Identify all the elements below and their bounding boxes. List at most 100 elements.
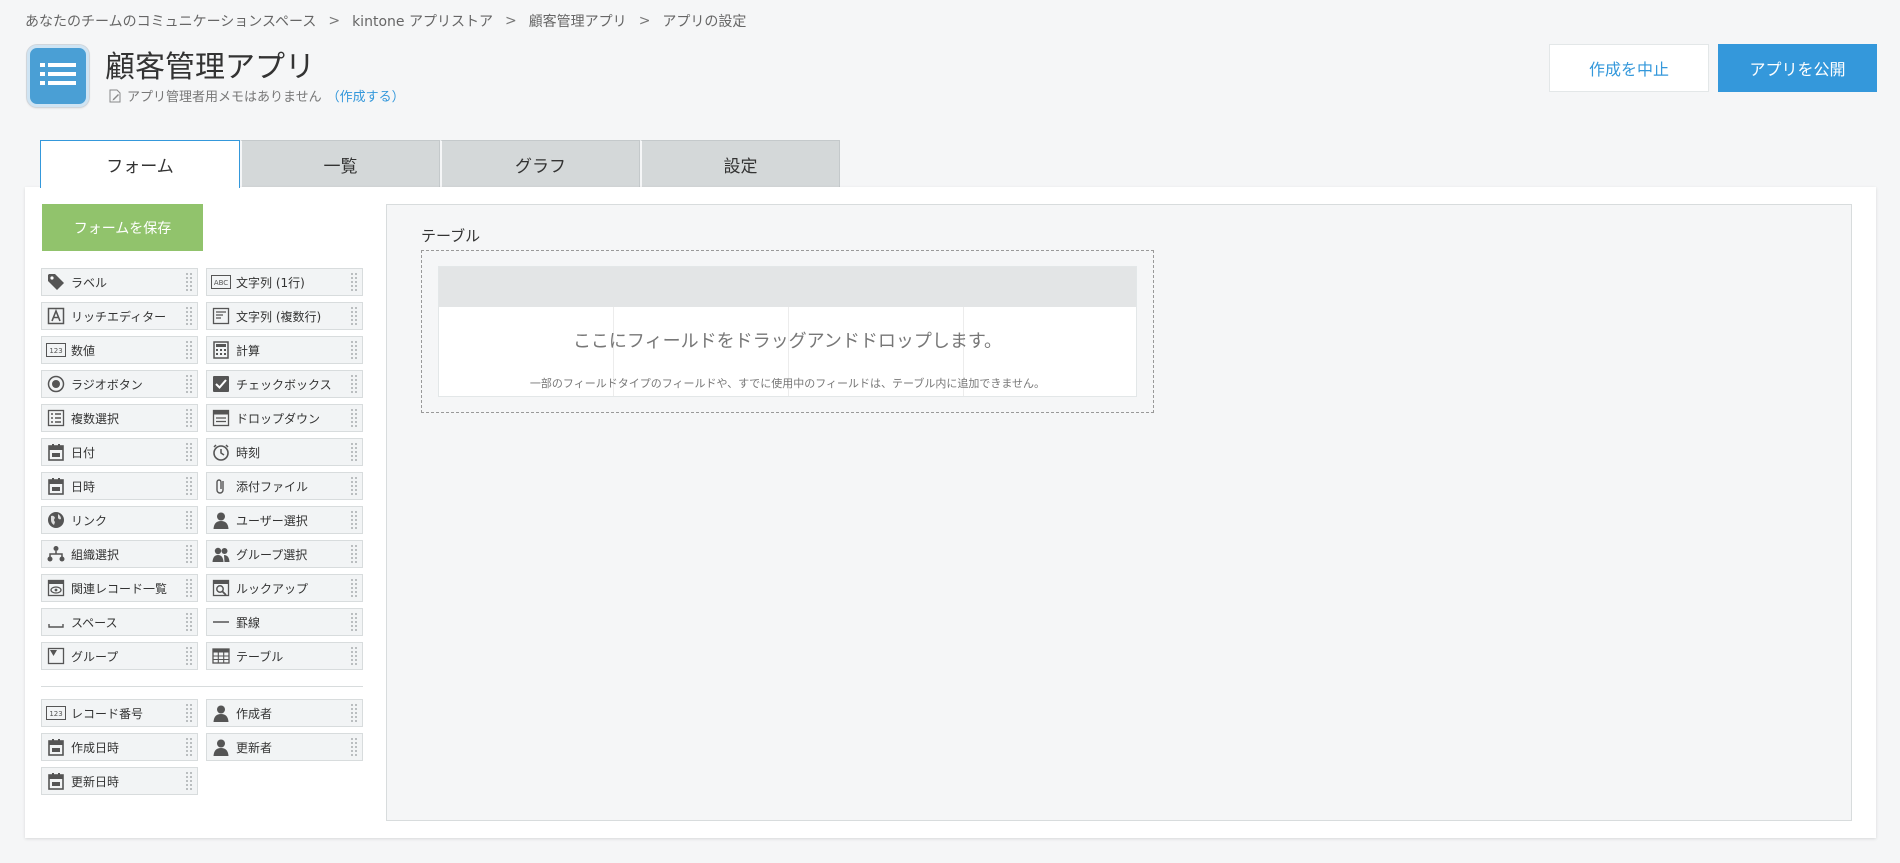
- palette-item-label: 作成者: [236, 706, 273, 721]
- palette-item-number[interactable]: 123 レコード番号: [41, 699, 198, 727]
- palette-item-user[interactable]: 更新者: [206, 733, 363, 761]
- svg-text:ABC: ABC: [214, 279, 228, 287]
- group-icon: [211, 544, 231, 564]
- tab-list[interactable]: 一覧: [240, 140, 440, 188]
- palette-item-label: リンク: [71, 513, 108, 528]
- user-icon: [211, 737, 231, 757]
- palette-item-table[interactable]: テーブル: [206, 642, 363, 670]
- palette-item-org[interactable]: 組織選択: [41, 540, 198, 568]
- palette-item-multiline[interactable]: 文字列 (複数行): [206, 302, 363, 330]
- dropdown-icon: [211, 408, 231, 428]
- drag-handle-icon[interactable]: [350, 544, 358, 564]
- table-drop-zone[interactable]: ここにフィールドをドラッグアンドドロップします。 一部のフィールドタイプのフィー…: [438, 266, 1137, 397]
- breadcrumb-app[interactable]: 顧客管理アプリ: [529, 11, 627, 31]
- drag-handle-icon[interactable]: [185, 340, 193, 360]
- paperclip-icon: [211, 476, 231, 496]
- drag-handle-icon[interactable]: [350, 510, 358, 530]
- palette-item-dropdown[interactable]: ドロップダウン: [206, 404, 363, 432]
- palette-item-group[interactable]: グループ選択: [206, 540, 363, 568]
- palette-item-rich-text[interactable]: リッチエディター: [41, 302, 198, 330]
- drag-handle-icon[interactable]: [350, 340, 358, 360]
- palette-item-label: グループ: [71, 649, 119, 664]
- form-canvas[interactable]: テーブル ここにフィールドをドラッグアンドドロップします。 一部のフィールドタイ…: [386, 204, 1852, 821]
- drag-handle-icon[interactable]: [350, 476, 358, 496]
- palette-item-lookup[interactable]: ルックアップ: [206, 574, 363, 602]
- palette-item-label: 更新者: [236, 740, 273, 755]
- tab-settings[interactable]: 設定: [640, 140, 840, 188]
- drag-handle-icon[interactable]: [185, 646, 193, 666]
- palette-item-label: 日時: [71, 479, 96, 494]
- drag-handle-icon[interactable]: [185, 408, 193, 428]
- drag-handle-icon[interactable]: [350, 612, 358, 632]
- palette-item-paperclip[interactable]: 添付ファイル: [206, 472, 363, 500]
- drag-handle-icon[interactable]: [185, 544, 193, 564]
- field-palette: ラベル ABC 文字列 (1行) リッチエディター 文字列 (複数行) 123 数値 計算 ラジ…: [41, 268, 366, 795]
- drag-handle-icon[interactable]: [350, 272, 358, 292]
- tag-icon: [46, 272, 66, 292]
- save-form-button[interactable]: フォームを保存: [42, 204, 203, 251]
- drag-handle-icon[interactable]: [350, 374, 358, 394]
- palette-item-checkbox[interactable]: チェックボックス: [206, 370, 363, 398]
- palette-item-globe[interactable]: リンク: [41, 506, 198, 534]
- palette-item-number[interactable]: 123 数値: [41, 336, 198, 364]
- palette-item-radio[interactable]: ラジオボタン: [41, 370, 198, 398]
- clock-icon: [211, 442, 231, 462]
- calendar-icon: [46, 771, 66, 791]
- palette-item-calendar[interactable]: 更新日時: [41, 767, 198, 795]
- palette-item-calculator[interactable]: 計算: [206, 336, 363, 364]
- drag-handle-icon[interactable]: [350, 442, 358, 462]
- palette-item-related-records[interactable]: 関連レコード一覧: [41, 574, 198, 602]
- drag-handle-icon[interactable]: [350, 578, 358, 598]
- palette-item-label: 添付ファイル: [236, 479, 309, 494]
- palette-item-user[interactable]: ユーザー選択: [206, 506, 363, 534]
- palette-item-label: 罫線: [236, 615, 261, 630]
- drag-handle-icon[interactable]: [185, 374, 193, 394]
- palette-item-label: 時刻: [236, 445, 261, 460]
- page-title: 顧客管理アプリ: [105, 50, 315, 85]
- palette-item-multi-select[interactable]: 複数選択: [41, 404, 198, 432]
- palette-item-label: 作成日時: [71, 740, 120, 755]
- calendar-icon: [46, 476, 66, 496]
- drop-hint: ここにフィールドをドラッグアンドドロップします。: [572, 331, 1003, 352]
- drag-handle-icon[interactable]: [185, 442, 193, 462]
- drag-handle-icon[interactable]: [185, 306, 193, 326]
- group-field-icon: [46, 646, 66, 666]
- palette-item-space[interactable]: スペース: [41, 608, 198, 636]
- drag-handle-icon[interactable]: [185, 476, 193, 496]
- create-memo-link[interactable]: （作成する）: [327, 86, 405, 105]
- breadcrumb-space[interactable]: あなたのチームのコミュニケーションスペース: [25, 11, 316, 31]
- breadcrumb-app-store[interactable]: kintone アプリストア: [352, 11, 493, 31]
- palette-item-abc[interactable]: ABC 文字列 (1行): [206, 268, 363, 296]
- multi-select-icon: [46, 408, 66, 428]
- palette-item-tag[interactable]: ラベル: [41, 268, 198, 296]
- palette-item-line[interactable]: 罫線: [206, 608, 363, 636]
- drag-handle-icon[interactable]: [350, 646, 358, 666]
- palette-item-group-field[interactable]: グループ: [41, 642, 198, 670]
- drag-handle-icon[interactable]: [185, 272, 193, 292]
- palette-item-calendar[interactable]: 日時: [41, 472, 198, 500]
- drag-handle-icon[interactable]: [350, 306, 358, 326]
- field-palette-grid: ラベル ABC 文字列 (1行) リッチエディター 文字列 (複数行) 123 数値 計算 ラジ…: [41, 268, 366, 670]
- rich-text-icon: [46, 306, 66, 326]
- drag-handle-icon[interactable]: [185, 737, 193, 757]
- drag-handle-icon[interactable]: [350, 408, 358, 428]
- drag-handle-icon[interactable]: [185, 771, 193, 791]
- tab-form[interactable]: フォーム: [40, 140, 240, 188]
- palette-item-label: 関連レコード一覧: [71, 581, 168, 596]
- drag-handle-icon[interactable]: [185, 510, 193, 530]
- palette-item-calendar[interactable]: 作成日時: [41, 733, 198, 761]
- drag-handle-icon[interactable]: [185, 703, 193, 723]
- publish-button[interactable]: アプリを公開: [1718, 44, 1877, 92]
- tab-graph[interactable]: グラフ: [440, 140, 640, 188]
- drag-handle-icon[interactable]: [185, 612, 193, 632]
- drag-handle-icon[interactable]: [185, 578, 193, 598]
- calendar-icon: [46, 737, 66, 757]
- list-icon: [40, 63, 76, 85]
- cancel-button[interactable]: 作成を中止: [1549, 44, 1709, 92]
- palette-item-user[interactable]: 作成者: [206, 699, 363, 727]
- drag-handle-icon[interactable]: [350, 703, 358, 723]
- drag-handle-icon[interactable]: [350, 737, 358, 757]
- table-field[interactable]: ここにフィールドをドラッグアンドドロップします。 一部のフィールドタイプのフィー…: [421, 250, 1154, 413]
- palette-item-clock[interactable]: 時刻: [206, 438, 363, 466]
- palette-item-calendar[interactable]: 日付: [41, 438, 198, 466]
